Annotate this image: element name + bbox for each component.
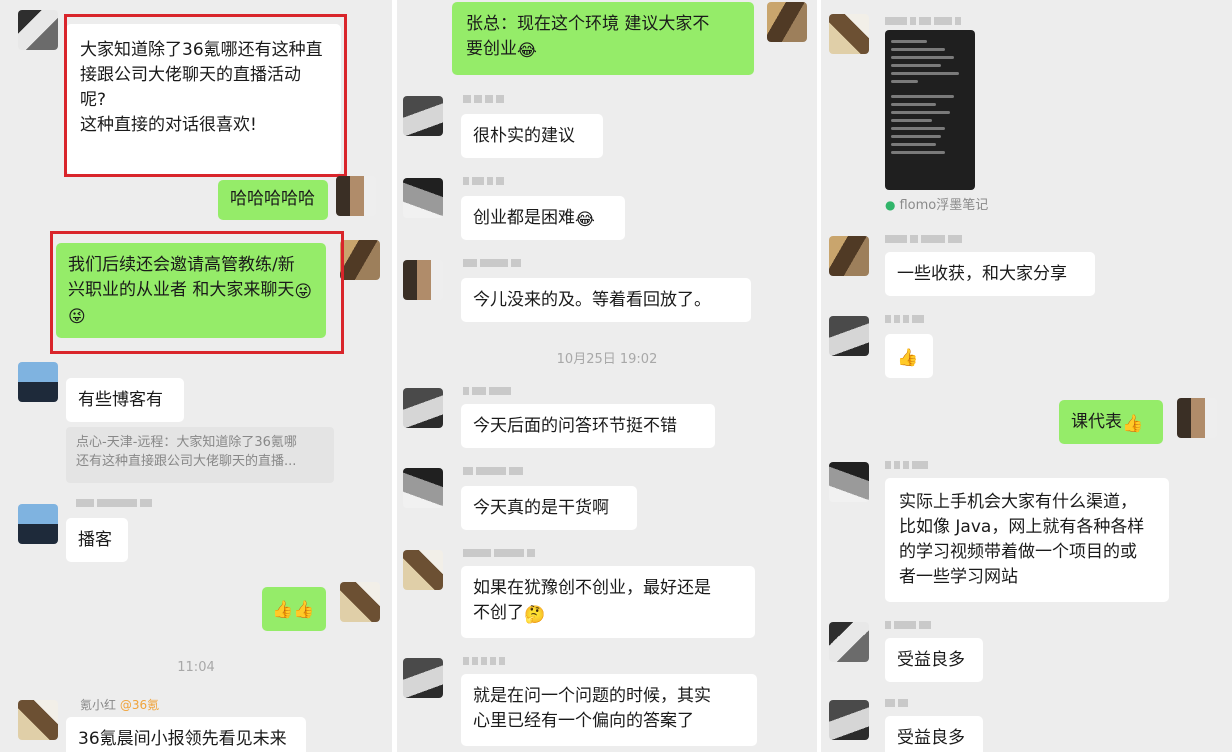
source-label-text: flomo浮墨笔记 <box>899 198 989 213</box>
avatar[interactable] <box>829 316 869 356</box>
thumbs-up-icon: 👍 <box>1122 414 1144 434</box>
chat-message-text: 课代表 <box>1071 412 1122 432</box>
sender-name <box>76 498 152 508</box>
avatar[interactable] <box>336 176 376 216</box>
avatar[interactable] <box>829 236 869 276</box>
avatar[interactable] <box>403 468 443 508</box>
thumbs-up-icon: 👍👍 <box>272 600 315 620</box>
timestamp: 10月25日 19:02 <box>556 352 658 367</box>
sender-name <box>463 466 523 476</box>
link-icon: ● <box>885 198 896 212</box>
source-label[interactable]: ● flomo浮墨笔记 <box>885 194 988 213</box>
sender-name: 氪小红 <box>80 698 117 712</box>
avatar[interactable] <box>829 14 869 54</box>
avatar[interactable] <box>1177 398 1217 438</box>
chat-message[interactable]: 有些博客有 <box>66 378 184 422</box>
chat-message[interactable]: 👍 <box>885 334 933 378</box>
chat-message-self[interactable]: 张总：现在这个环境 建议大家不 要创业😂 <box>452 2 754 75</box>
avatar[interactable] <box>403 178 443 218</box>
chat-message-text: 如果在犹豫创不创业，最好还是 不创了 <box>473 578 711 623</box>
chat-message[interactable]: 36氪晨间小报领先看见未来 <box>66 717 306 752</box>
laugh-cry-emoji-icon: 😂 <box>517 41 537 61</box>
avatar[interactable] <box>829 462 869 502</box>
sender-name <box>463 548 535 558</box>
avatar[interactable] <box>403 550 443 590</box>
think-emoji-icon: 🤔 <box>524 605 546 625</box>
sender-line: 氪小红 @36氪 <box>80 696 159 713</box>
chat-panel-3: ● flomo浮墨笔记 一些收获，和大家分享 👍 课代表👍 实际上手机会大家有什么… <box>821 0 1232 752</box>
chat-message-text: 创业都是困难 <box>473 208 575 228</box>
highlight-box <box>50 231 344 354</box>
timestamp: 11:04 <box>177 660 215 675</box>
sender-name <box>463 176 504 186</box>
avatar[interactable] <box>18 362 58 402</box>
avatar[interactable] <box>829 622 869 662</box>
chat-message[interactable]: 今天后面的问答环节挺不错 <box>461 404 715 448</box>
avatar[interactable] <box>403 260 443 300</box>
avatar[interactable] <box>18 700 58 740</box>
chat-message-self[interactable]: 课代表👍 <box>1059 400 1163 444</box>
sender-tag: @36氪 <box>119 698 160 712</box>
avatar[interactable] <box>18 10 58 50</box>
chat-message[interactable]: 播客 <box>66 518 128 562</box>
thumbs-up-icon: 👍 <box>897 348 919 368</box>
avatar[interactable] <box>18 504 58 544</box>
chat-message[interactable]: 受益良多 <box>885 716 983 752</box>
chat-message[interactable]: 如果在犹豫创不创业，最好还是 不创了🤔 <box>461 566 755 638</box>
highlight-box <box>64 14 347 177</box>
chat-message-text: 张总：现在这个环境 建议大家不 要创业 <box>466 14 710 59</box>
sender-name <box>463 656 505 666</box>
chat-message[interactable]: 今天真的是干货啊 <box>461 486 637 530</box>
chat-message[interactable]: 很朴实的建议 <box>461 114 603 158</box>
chat-panel-2: 张总：现在这个环境 建议大家不 要创业😂 很朴实的建议 创业都是困难😂 今儿没来… <box>397 0 817 752</box>
sender-name <box>885 460 928 470</box>
sender-name <box>463 258 521 268</box>
sender-name <box>885 314 924 324</box>
sender-name <box>885 234 962 244</box>
chat-message[interactable]: 实际上手机会大家有什么渠道， 比如像 Java，网上就有各种各样 的学习视频带着… <box>885 478 1169 602</box>
chat-message[interactable]: 一些收获，和大家分享 <box>885 252 1095 296</box>
chat-message[interactable]: 就是在问一个问题的时候，其实 心里已经有一个偏向的答案了 <box>461 674 757 746</box>
sender-name <box>463 386 511 396</box>
sender-name <box>885 16 961 26</box>
chat-message[interactable]: 创业都是困难😂 <box>461 196 625 240</box>
laugh-cry-emoji-icon: 😂 <box>575 210 595 230</box>
quoted-message[interactable]: 点心-天津-远程：大家知道除了36氪哪 还有这种直接跟公司大佬聊天的直播... <box>66 427 334 483</box>
avatar[interactable] <box>767 2 807 42</box>
chat-message[interactable]: 受益良多 <box>885 638 983 682</box>
avatar[interactable] <box>403 96 443 136</box>
avatar[interactable] <box>340 240 380 280</box>
avatar[interactable] <box>403 388 443 428</box>
avatar[interactable] <box>403 658 443 698</box>
chat-message-self[interactable]: 👍👍 <box>262 587 326 631</box>
avatar[interactable] <box>340 582 380 622</box>
shared-note-card[interactable] <box>885 30 975 190</box>
chat-message-self[interactable]: 哈哈哈哈哈 <box>218 180 328 220</box>
avatar[interactable] <box>829 700 869 740</box>
sender-name <box>463 94 504 104</box>
sender-name <box>885 620 931 630</box>
chat-message[interactable]: 今儿没来的及。等着看回放了。 <box>461 278 751 322</box>
sender-name <box>885 698 908 708</box>
chat-panel-1: 大家知道除了36氪哪还有这种直 接跟公司大佬聊天的直播活动 呢? 这种直接的对话… <box>0 0 392 752</box>
